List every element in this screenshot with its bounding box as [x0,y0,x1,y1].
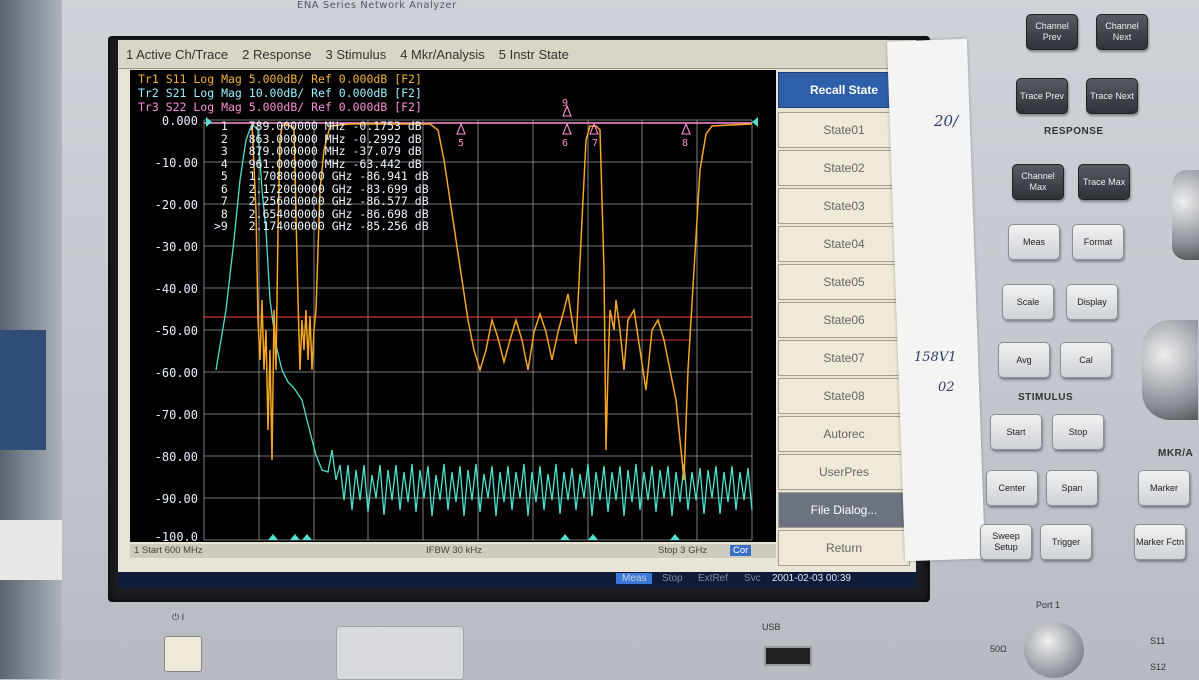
meas-badge: Meas [616,573,653,584]
marker-row: 1 789.000000 MHz -0.1753 dB [214,119,422,133]
trace-header: Tr1 S11 Log Mag 5.000dB/ Ref 0.000dB [F2… [138,72,422,114]
channel-max-button[interactable]: Channel Max [1012,164,1064,200]
ifbw: IFBW 30 kHz [426,545,482,556]
channel-prev-button[interactable]: Channel Prev [1026,14,1078,50]
center-button[interactable]: Center [986,470,1038,506]
power-button[interactable] [164,636,202,672]
menu-active-ch-trace[interactable]: 1 Active Ch/Trace [126,47,228,62]
format-button[interactable]: Format [1072,224,1124,260]
model-label: ENA Series Network Analyzer [297,0,457,11]
handwritten-note: 158V1 [914,350,957,365]
trace-3-label[interactable]: Tr3 S22 Log Mag 5.000dB/ Ref 0.000dB [F2… [138,100,422,114]
marker-row: 3 879.000000 MHz -37.079 dB [214,144,422,158]
softkey-return[interactable]: Return [778,530,910,566]
y-tick: -30.00 [154,240,198,254]
trigger-button[interactable]: Trigger [1040,524,1092,560]
svg-text:6: 6 [562,138,568,149]
softkey-userpres[interactable]: UserPres [778,454,910,490]
y-tick: -50.00 [154,324,198,338]
y-tick: -70.00 [154,408,198,422]
s12-label: S12 [1150,662,1167,672]
scale-button[interactable]: Scale [1002,284,1054,320]
y-tick: -100.0 [154,530,198,544]
stimulus-section-label: STIMULUS [1018,392,1074,403]
sweep-setup-button[interactable]: Sweep Setup [980,524,1032,560]
menu-mkr-analysis[interactable]: 4 Mkr/Analysis [400,47,485,62]
softkey-state05[interactable]: State05 [778,264,910,300]
softkey-state07[interactable]: State07 [778,340,910,376]
marker-button[interactable]: Marker [1138,470,1190,506]
svg-text:9: 9 [562,98,568,109]
analyzer-screen: 1 Active Ch/Trace 2 Response 3 Stimulus … [118,40,916,588]
trace-max-button[interactable]: Trace Max [1078,164,1130,200]
power-icon: ⏻ I [172,612,185,622]
trace-next-button[interactable]: Trace Next [1086,78,1138,114]
background-object [0,330,46,450]
svc-indicator: Svc [744,573,761,584]
marker-fctn-button[interactable]: Marker Fctn [1134,524,1186,560]
stop-indicator: Stop [662,573,683,584]
s11-label: S11 [1150,636,1166,646]
correction-badge: Cor [730,545,752,556]
span-button[interactable]: Span [1046,470,1098,506]
y-tick: -90.00 [154,492,198,506]
y-axis-labels: 0.000 -10.00 -20.00 -30.00 -40.00 -50.00… [130,70,202,544]
extref-indicator: ExtRef [698,573,729,584]
y-tick: -20.00 [154,198,198,212]
svg-text:8: 8 [682,138,688,149]
mkr-section-label: MKR/A [1158,448,1194,459]
start-frequency: 1 Start 600 MHz [134,545,203,556]
usb-port[interactable] [764,646,812,666]
channel-next-button[interactable]: Channel Next [1096,14,1148,50]
marker-row: 5 1.708000000 GHz -86.941 dB [214,169,429,183]
background-left [0,0,62,679]
y-tick: 0.000 [161,114,198,128]
port-1-label: Port 1 [1036,600,1061,610]
port-1-connector[interactable] [1024,622,1084,678]
instrument-status-bar: Meas Stop ExtRef Svc 2001-02-03 00:39 [118,572,916,588]
marker-readout: 1 789.000000 MHz -0.1753 dB 2 863.000000… [214,120,429,233]
menu-bar: 1 Active Ch/Trace 2 Response 3 Stimulus … [118,40,916,69]
response-section-label: RESPONSE [1044,126,1104,137]
marker-row: 7 2.256000000 GHz -86.577 dB [214,194,429,208]
menu-instr-state[interactable]: 5 Instr State [499,47,569,62]
navigation-wheel[interactable] [1142,320,1198,420]
softkey-state08[interactable]: State08 [778,378,910,414]
y-tick: -40.00 [154,282,198,296]
trace-plot[interactable]: 5 6 7 8 9 0.000 -10.00 -20.00 -30.00 -40… [130,70,776,544]
start-button[interactable]: Start [990,414,1042,450]
softkey-state03[interactable]: State03 [778,188,910,224]
cal-button[interactable]: Cal [1060,342,1112,378]
softkey-state06[interactable]: State06 [778,302,910,338]
menu-response[interactable]: 2 Response [242,47,311,62]
avg-button[interactable]: Avg [998,342,1050,378]
marker-row: >9 2.174000000 GHz -85.256 dB [214,219,429,233]
trace-prev-button[interactable]: Trace Prev [1016,78,1068,114]
softkey-state04[interactable]: State04 [778,226,910,262]
datetime: 2001-02-03 00:39 [772,573,851,584]
meas-button[interactable]: Meas [1008,224,1060,260]
y-tick: -60.00 [154,366,198,380]
trace-2-label[interactable]: Tr2 S21 Log Mag 10.00dB/ Ref 0.000dB [F2… [138,86,422,100]
stop-button[interactable]: Stop [1052,414,1104,450]
y-tick: -80.00 [154,450,198,464]
background-object [0,520,62,580]
usb-label: USB [762,622,781,632]
rotary-knob[interactable] [1172,170,1199,260]
channel-status-line: 1 Start 600 MHz IFBW 30 kHz Stop 3 GHz C… [130,544,776,558]
y-tick: -10.00 [154,156,198,170]
trace-1-label[interactable]: Tr1 S11 Log Mag 5.000dB/ Ref 0.000dB [F2… [138,72,422,86]
handwritten-note: 20/ [934,112,959,130]
menu-stimulus[interactable]: 3 Stimulus [326,47,387,62]
softkey-autorec[interactable]: Autorec [778,416,910,452]
svg-text:5: 5 [458,138,464,149]
softkey-file-dialog[interactable]: File Dialog... [778,492,910,528]
handwritten-note: 02 [938,380,955,395]
display-button[interactable]: Display [1066,284,1118,320]
floppy-slot[interactable] [336,626,464,680]
stop-frequency: Stop 3 GHz [658,545,708,556]
impedance-label: 50Ω [990,644,1007,654]
svg-text:7: 7 [592,138,598,149]
